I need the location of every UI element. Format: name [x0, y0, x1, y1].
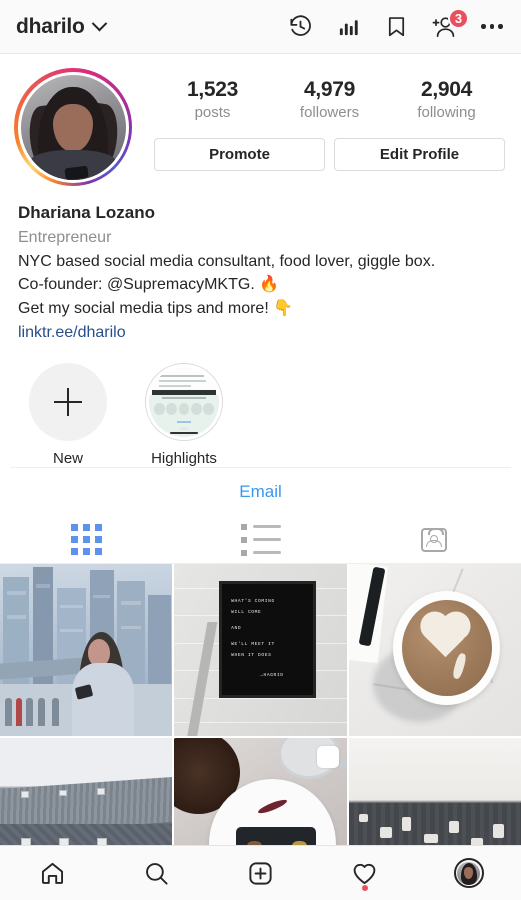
tab-grid[interactable]: [0, 517, 174, 563]
stat-following[interactable]: 2,904 following: [388, 78, 505, 122]
bio-line-3: Get my social media tips and more! 👇: [18, 299, 294, 317]
bio-line-2: Co-founder: @SupremacyMKTG. 🔥: [18, 276, 280, 294]
email-button[interactable]: Email: [0, 468, 521, 517]
post-city-woman-image: [0, 563, 173, 736]
thumb-circles: [153, 402, 215, 415]
following-count: 2,904: [420, 78, 473, 101]
nav-home[interactable]: [0, 846, 104, 900]
nav-avatar-image: [457, 861, 481, 885]
highlight-new-label: New: [52, 449, 83, 467]
nav-search[interactable]: [104, 846, 208, 900]
avatar-inner-border: [17, 71, 129, 183]
post-quote-sign-image: WHAT'S COMING WILL COME AND WE'LL MEET I…: [174, 563, 347, 736]
quote-line-4: WE'LL MEET IT: [231, 641, 275, 647]
add-post-icon: [249, 861, 272, 885]
nav-activity[interactable]: [313, 846, 417, 900]
profile-summary: 1,523 posts 4,979 followers 2,904 follow…: [0, 54, 521, 186]
profile-avatar-icon: [453, 858, 484, 888]
quote-line-2: WILL COME: [231, 610, 262, 616]
category-label: Entrepreneur: [18, 228, 112, 246]
post-coffee[interactable]: [348, 563, 521, 736]
highlight-cover-thumbnail: [149, 366, 219, 437]
thumb-line-1: [160, 374, 204, 377]
thumb-line-3: [158, 384, 191, 387]
username-dropdown[interactable]: dharilo: [16, 14, 107, 39]
saved-icon[interactable]: [383, 13, 409, 41]
stat-posts[interactable]: 1,523 posts: [154, 78, 271, 122]
avatar: [20, 74, 126, 180]
header-icon-group: 3: [287, 7, 505, 41]
posts-count: 1,523: [186, 78, 239, 101]
tab-tagged[interactable]: [347, 517, 521, 563]
thumb-footer-2: [179, 426, 189, 430]
posts-grid: WHAT'S COMING WILL COME AND WE'LL MEET I…: [0, 563, 521, 845]
stats-row: 1,523 posts 4,979 followers 2,904 follow…: [154, 78, 505, 122]
discover-people-icon[interactable]: 3: [431, 7, 469, 41]
bio-section: Dhariana Lozano Entrepreneur NYC based s…: [0, 186, 521, 345]
thumb-line-2: [158, 379, 207, 382]
quote-line-5: WHEN IT DOES: [231, 652, 272, 658]
post-coffee-image: [348, 563, 521, 736]
search-icon: [145, 862, 168, 885]
quote-line-3: AND: [231, 625, 242, 631]
list-icon: [240, 523, 281, 556]
stats-and-actions: 1,523 posts 4,979 followers 2,904 follow…: [132, 68, 505, 172]
followers-count: 4,979: [303, 78, 356, 101]
thumb-body: [149, 394, 219, 437]
website-link[interactable]: linktr.ee/dharilo: [18, 321, 126, 345]
chevron-down-icon: [91, 15, 107, 32]
post-city-woman[interactable]: [0, 563, 173, 736]
promote-button[interactable]: Promote: [154, 138, 325, 172]
discover-people-badge: 3: [448, 7, 469, 29]
highlight-highlights-label: Highlights: [151, 449, 217, 467]
home-icon: [41, 862, 63, 884]
quote-board: WHAT'S COMING WILL COME AND WE'LL MEET I…: [219, 580, 316, 698]
post-textured-wall[interactable]: [348, 737, 521, 845]
followers-label: followers: [299, 103, 360, 121]
tab-list[interactable]: [174, 517, 348, 563]
thumb-footer-1: [177, 421, 191, 424]
action-buttons: Promote Edit Profile: [154, 138, 505, 172]
plus-icon: [54, 387, 82, 416]
new-highlight-circle: [29, 362, 107, 441]
sign-pole-shadow: [181, 622, 220, 736]
quote-line-1: WHAT'S COMING: [231, 599, 275, 605]
post-textured-wall-image: [348, 737, 521, 845]
nav-add[interactable]: [208, 846, 312, 900]
activity-notification-dot: [361, 885, 368, 891]
stat-followers[interactable]: 4,979 followers: [271, 78, 388, 122]
avatar-phone: [63, 165, 89, 180]
post-quote-sign[interactable]: WHAT'S COMING WILL COME AND WE'LL MEET I…: [174, 563, 347, 736]
bio-line-1: NYC based social media consultant, food …: [18, 252, 436, 270]
insights-icon[interactable]: [335, 13, 361, 41]
nav-profile[interactable]: [417, 846, 521, 900]
grid-icon: [71, 524, 103, 556]
email-label: Email: [239, 482, 282, 502]
highlight-new[interactable]: New: [22, 362, 114, 467]
post-food-flatlay[interactable]: [174, 737, 347, 845]
archive-icon[interactable]: [287, 13, 313, 41]
post-rooftop-image: [0, 737, 173, 845]
bottom-navigation: [0, 845, 521, 900]
full-name: Dhariana Lozano: [18, 203, 155, 222]
edit-profile-button[interactable]: Edit Profile: [334, 138, 505, 172]
posts-label: posts: [194, 103, 231, 121]
profile-picture-story-ring[interactable]: [14, 68, 132, 186]
post-rooftop[interactable]: [0, 737, 173, 845]
highlight-highlights[interactable]: Highlights: [138, 362, 230, 467]
top-header: dharilo 3: [0, 0, 521, 54]
highlight-cover-circle: [145, 362, 223, 441]
content-tabs: [0, 517, 521, 564]
following-label: following: [417, 103, 476, 121]
instagram-profile-screen: dharilo 3 1,523 posts 4,979 followers 2,…: [0, 0, 521, 900]
heart-icon: [353, 863, 376, 884]
carousel-icon: [316, 745, 339, 768]
thumb-subtitle: [161, 396, 207, 400]
options-icon[interactable]: [479, 13, 505, 41]
tagged-icon: [421, 527, 448, 552]
quote-attribution: →HAGRID: [260, 672, 284, 678]
options-dots: [481, 24, 503, 29]
story-highlights: New Highlights: [0, 345, 521, 467]
username-label: dharilo: [16, 14, 85, 38]
